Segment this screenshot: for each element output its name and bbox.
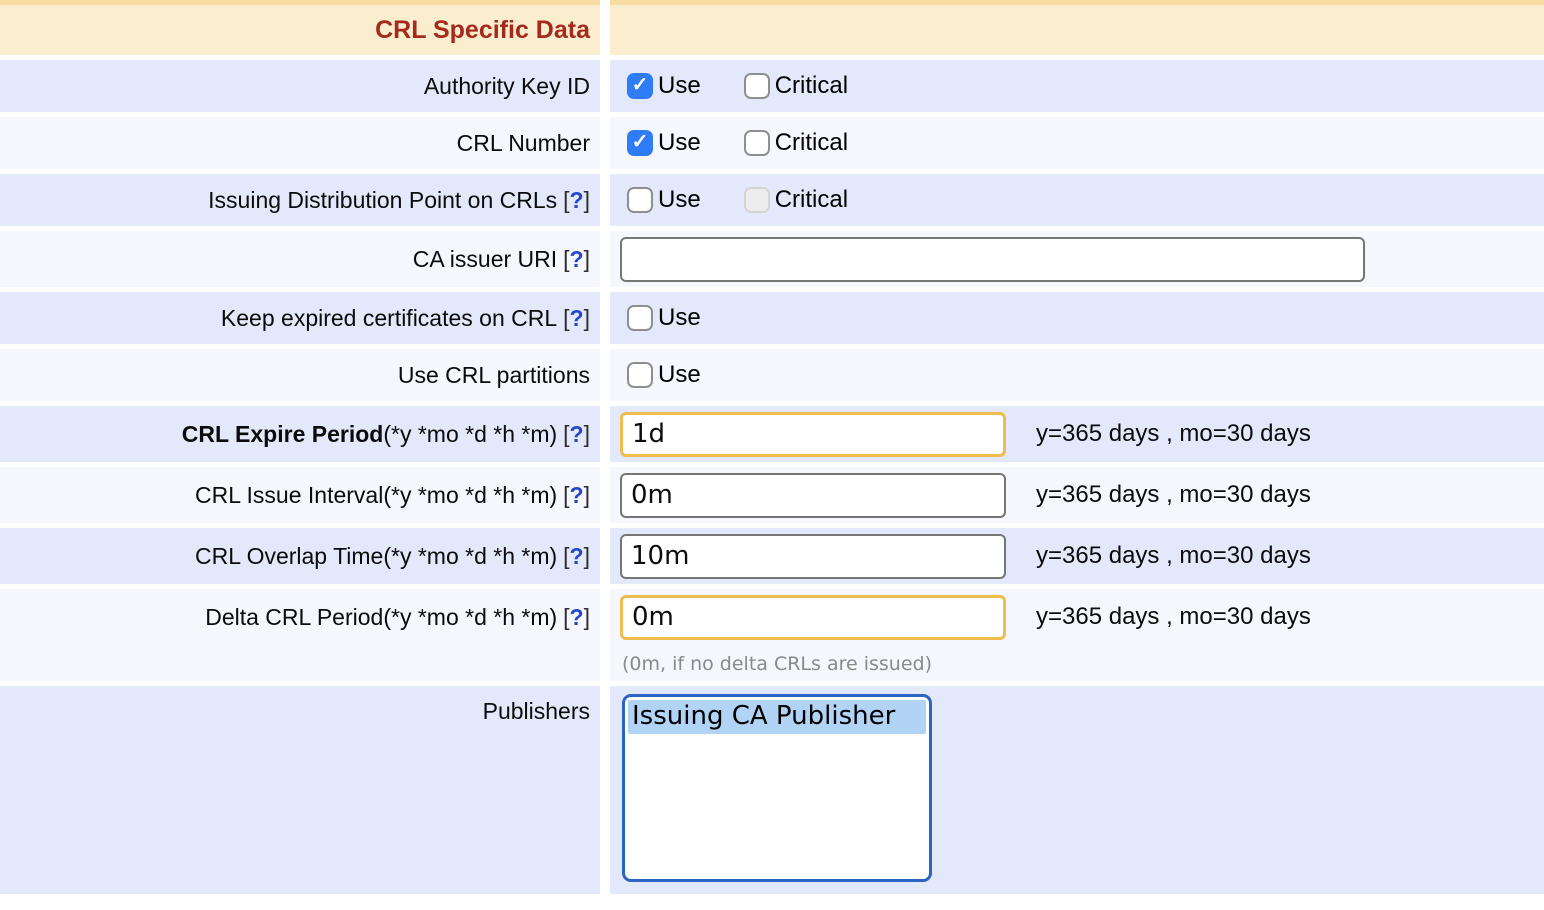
section-header-row: CRL Specific Data	[0, 5, 1544, 55]
crl-number-critical-checkbox[interactable]: ✓	[744, 130, 770, 156]
time-conversion-hint: y=365 days , mo=30 days	[1036, 420, 1311, 448]
ca-issuer-uri-help-link[interactable]: [?]	[563, 246, 590, 273]
critical-label: Critical	[775, 129, 848, 157]
crl-overlap-time-input[interactable]	[620, 534, 1006, 579]
issuing-distribution-point-use-checkbox[interactable]: ✓	[627, 187, 653, 213]
use-crl-partitions-use-checkbox[interactable]: ✓	[627, 362, 653, 388]
critical-label: Critical	[775, 186, 848, 214]
crl-overlap-time-label: CRL Overlap Time	[195, 543, 383, 569]
checkmark-icon: ✓	[632, 132, 649, 152]
crl-issue-interval-help-link[interactable]: [?]	[563, 482, 590, 509]
crl-expire-period-input[interactable]	[620, 412, 1006, 457]
use-label: Use	[658, 304, 701, 332]
delta-crl-period-input[interactable]	[620, 595, 1006, 640]
publishers-label: Publishers	[483, 698, 590, 724]
row-ca-issuer-uri: CA issuer URI [?]	[0, 231, 1544, 287]
keep-expired-certificates-use-checkbox[interactable]: ✓	[627, 305, 653, 331]
use-label: Use	[658, 361, 701, 389]
help-icon: ?	[570, 604, 584, 630]
issuing-distribution-point-label: Issuing Distribution Point on CRLs	[208, 187, 557, 213]
row-publishers: Publishers Issuing CA Publisher	[0, 686, 1544, 894]
keep-expired-certificates-label: Keep expired certificates on CRL	[221, 305, 557, 331]
issuing-distribution-point-critical-checkbox: ✓	[744, 187, 770, 213]
help-icon: ?	[570, 246, 584, 272]
crl-number-use-checkbox[interactable]: ✓	[627, 130, 653, 156]
publishers-listbox[interactable]: Issuing CA Publisher	[622, 694, 932, 882]
delta-crl-period-help-link[interactable]: [?]	[563, 604, 590, 631]
use-label: Use	[658, 186, 701, 214]
help-icon: ?	[570, 305, 584, 331]
time-format-suffix: (*y *mo *d *h *m)	[383, 421, 557, 447]
critical-label: Critical	[775, 72, 848, 100]
use-crl-partitions-label: Use CRL partitions	[398, 362, 590, 388]
time-format-suffix: (*y *mo *d *h *m)	[383, 543, 557, 569]
delta-crl-period-note: (0m, if no delta CRLs are issued)	[622, 653, 932, 675]
section-header-spacer	[610, 5, 1544, 55]
issuing-distribution-point-help-link[interactable]: [?]	[563, 187, 590, 214]
time-conversion-hint: y=365 days , mo=30 days	[1036, 603, 1311, 631]
delta-crl-period-label: Delta CRL Period	[205, 604, 383, 630]
row-delta-crl-period: Delta CRL Period(*y *mo *d *h *m) [?] y=…	[0, 589, 1544, 681]
ca-issuer-uri-label: CA issuer URI	[413, 246, 557, 272]
crl-number-label: CRL Number	[457, 130, 590, 156]
help-icon: ?	[570, 421, 584, 447]
authority-key-id-label: Authority Key ID	[424, 73, 590, 99]
help-icon: ?	[570, 482, 584, 508]
crl-expire-period-help-link[interactable]: [?]	[563, 421, 590, 448]
authority-key-id-use-checkbox[interactable]: ✓	[627, 73, 653, 99]
crl-expire-period-label: CRL Expire Period	[182, 421, 384, 447]
keep-expired-certificates-help-link[interactable]: [?]	[563, 305, 590, 332]
help-icon: ?	[570, 187, 584, 213]
use-label: Use	[658, 72, 701, 100]
row-use-crl-partitions: Use CRL partitions ✓ Use	[0, 349, 1544, 401]
authority-key-id-critical-checkbox[interactable]: ✓	[744, 73, 770, 99]
row-authority-key-id: Authority Key ID ✓ Use ✓ Critical	[0, 60, 1544, 112]
crl-issue-interval-label: CRL Issue Interval	[195, 482, 383, 508]
row-keep-expired-certificates: Keep expired certificates on CRL [?] ✓ U…	[0, 292, 1544, 344]
row-crl-overlap-time: CRL Overlap Time(*y *mo *d *h *m) [?] y=…	[0, 528, 1544, 584]
row-crl-number: CRL Number ✓ Use ✓ Critical	[0, 117, 1544, 169]
row-crl-expire-period: CRL Expire Period(*y *mo *d *h *m) [?] y…	[0, 406, 1544, 462]
row-crl-issue-interval: CRL Issue Interval(*y *mo *d *h *m) [?] …	[0, 467, 1544, 523]
crl-issue-interval-input[interactable]	[620, 473, 1006, 518]
time-format-suffix: (*y *mo *d *h *m)	[383, 604, 557, 630]
crl-overlap-time-help-link[interactable]: [?]	[563, 543, 590, 570]
help-icon: ?	[570, 543, 584, 569]
publisher-option[interactable]: Issuing CA Publisher	[628, 700, 926, 734]
time-conversion-hint: y=365 days , mo=30 days	[1036, 481, 1311, 509]
crl-specific-data-panel: CRL Specific Data Authority Key ID ✓ Use…	[0, 0, 1544, 910]
time-conversion-hint: y=365 days , mo=30 days	[1036, 542, 1311, 570]
ca-issuer-uri-input[interactable]	[620, 237, 1365, 282]
row-issuing-distribution-point: Issuing Distribution Point on CRLs [?] ✓…	[0, 174, 1544, 226]
use-label: Use	[658, 129, 701, 157]
checkmark-icon: ✓	[632, 75, 649, 95]
section-title: CRL Specific Data	[375, 16, 590, 45]
time-format-suffix: (*y *mo *d *h *m)	[383, 482, 557, 508]
